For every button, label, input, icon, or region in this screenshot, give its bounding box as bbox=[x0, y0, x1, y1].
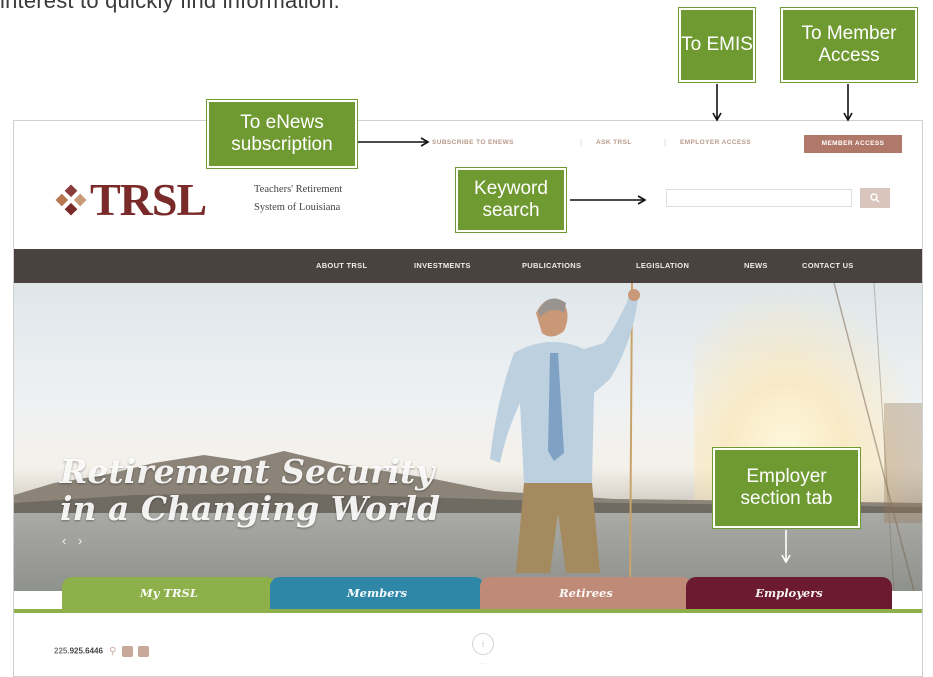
phone-number[interactable]: 925.6446 bbox=[70, 647, 103, 656]
logo-diamond-icon bbox=[55, 184, 87, 216]
callout-emis: To EMIS bbox=[678, 7, 756, 83]
nav-investments[interactable]: INVESTMENTS bbox=[414, 261, 471, 270]
hero-headline-line-2: in a Changing World bbox=[60, 489, 441, 528]
logo-subtitle: Teachers' Retirement System of Louisiana bbox=[254, 181, 342, 217]
employer-access-link[interactable]: EMPLOYER ACCESS bbox=[680, 139, 751, 146]
nav-about[interactable]: ABOUT TRSL bbox=[316, 261, 367, 270]
logo-line-1: Teachers' Retirement bbox=[254, 184, 343, 195]
hero-headline: Retirement Security in a Changing World bbox=[60, 453, 440, 527]
callout-member-access: To Member Access bbox=[780, 7, 918, 83]
tab-members[interactable]: Members bbox=[270, 577, 484, 610]
footer-contact: 225.925.6446 ⚲ bbox=[54, 646, 149, 657]
callout-employer-tab: Employer section tab bbox=[712, 447, 861, 529]
callout-enews: To eNews subscription bbox=[206, 99, 358, 169]
search-icon bbox=[870, 193, 880, 203]
nav-publications[interactable]: PUBLICATIONS bbox=[522, 261, 581, 270]
location-pin-icon[interactable]: ⚲ bbox=[109, 646, 116, 657]
tab-retirees[interactable]: Retirees bbox=[480, 577, 692, 610]
section-tabs: My TRSL Members Retirees Employers bbox=[14, 577, 922, 613]
member-access-button[interactable]: MEMBER ACCESS bbox=[804, 135, 902, 153]
nav-contact[interactable]: CONTACT US bbox=[802, 261, 854, 270]
hero-man-image bbox=[490, 283, 640, 591]
facebook-icon[interactable] bbox=[121, 646, 133, 657]
icon-caption: ····· bbox=[479, 661, 487, 666]
main-nav: ABOUT TRSL INVESTMENTS PUBLICATIONS LEGI… bbox=[14, 249, 922, 283]
search-input[interactable] bbox=[666, 189, 852, 207]
tab-employers[interactable]: Employers bbox=[686, 577, 892, 610]
tab-my-trsl[interactable]: My TRSL bbox=[62, 577, 276, 610]
separator: | bbox=[664, 138, 667, 147]
hero-banner: Retirement Security in a Changing World … bbox=[14, 283, 922, 591]
separator: | bbox=[580, 138, 583, 147]
callout-keyword-search: Keyword search bbox=[455, 167, 567, 233]
nav-legislation[interactable]: LEGISLATION bbox=[636, 261, 689, 270]
trsl-logo[interactable]: TRSL Teachers' Retirement System of Loui… bbox=[54, 175, 384, 223]
intro-text: interest to quickly find information. bbox=[0, 0, 340, 13]
utility-nav: SUBSCRIBE TO ENEWS | ASK TRSL | EMPLOYER… bbox=[432, 135, 902, 153]
slider-controls[interactable]: ‹ › bbox=[62, 533, 86, 548]
nav-news[interactable]: NEWS bbox=[744, 261, 768, 270]
twitter-icon[interactable] bbox=[137, 646, 149, 657]
phone-prefix: 225. bbox=[54, 646, 70, 656]
logo-wordmark: TRSL bbox=[90, 174, 207, 225]
search-button[interactable] bbox=[860, 188, 890, 208]
rigging-image bbox=[833, 283, 922, 591]
ask-trsl-link[interactable]: ASK TRSL bbox=[596, 139, 632, 146]
logo-line-2: System of Louisiana bbox=[254, 202, 341, 213]
hero-headline-line-1: Retirement Security bbox=[60, 452, 435, 491]
tab-underline-bar bbox=[14, 609, 922, 613]
subscribe-enews-link[interactable]: SUBSCRIBE TO ENEWS bbox=[432, 139, 514, 146]
info-circle-icon[interactable]: i bbox=[472, 633, 494, 655]
